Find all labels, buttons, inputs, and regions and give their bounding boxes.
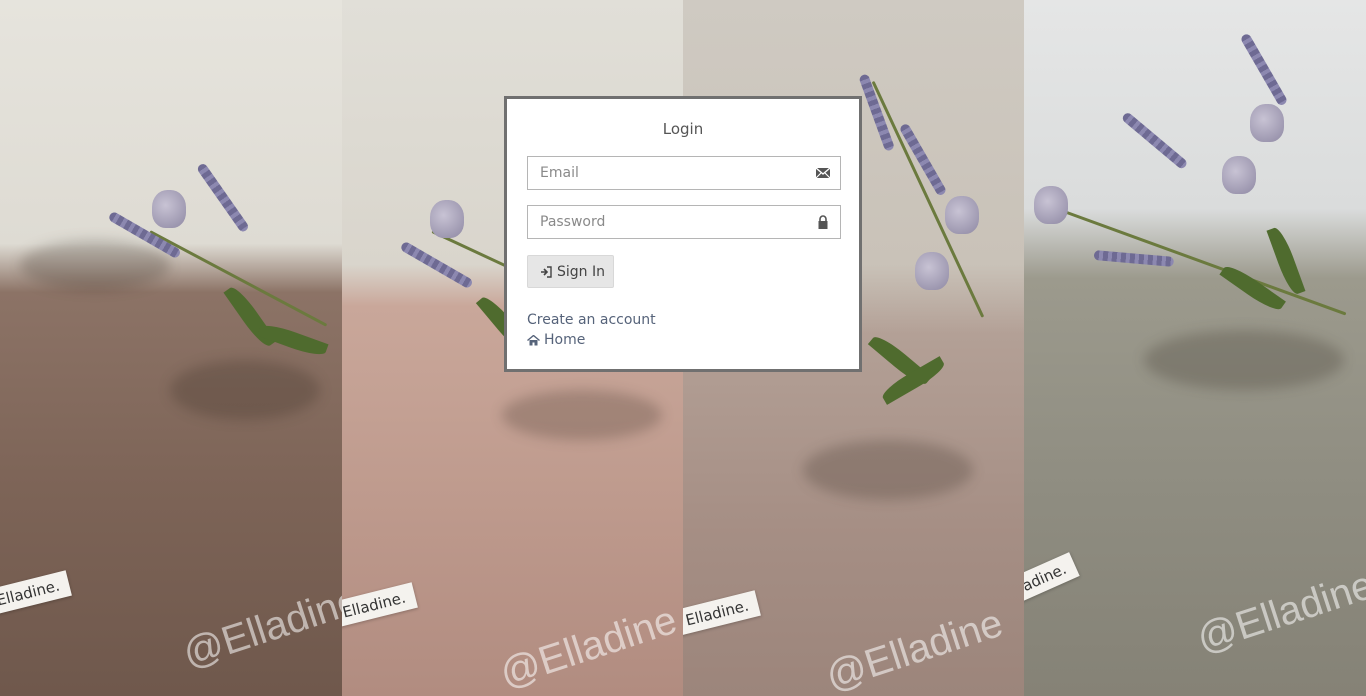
- password-field-wrapper: [527, 205, 841, 239]
- home-link[interactable]: Home: [527, 330, 839, 350]
- shadow: [170, 360, 320, 420]
- home-icon: [527, 334, 540, 345]
- lavender-sprig: [195, 162, 250, 234]
- rose-bud: [1222, 156, 1256, 194]
- brand-tag: Elladine.: [683, 590, 762, 636]
- login-links: Create an account Home: [527, 310, 839, 350]
- email-field-wrapper: [527, 156, 841, 190]
- rose-bud: [915, 252, 949, 290]
- brand-tag: Elladine.: [0, 570, 73, 616]
- brand-tag: Elladine.: [1024, 551, 1080, 611]
- login-title: Login: [662, 120, 704, 138]
- watermark: @Elladine: [820, 600, 1009, 696]
- background-photo-4: Elladine. @Elladine: [1024, 0, 1366, 696]
- rose-bud: [1250, 104, 1284, 142]
- watermark: @Elladine: [494, 597, 683, 696]
- rose-bud: [152, 190, 186, 228]
- background-photo-1: Elladine. @Elladine: [0, 0, 342, 696]
- rose-bud: [945, 196, 979, 234]
- rose-bud: [1034, 186, 1068, 224]
- create-account-link[interactable]: Create an account: [527, 310, 839, 330]
- watermark: @Elladine: [177, 577, 342, 677]
- watermark: @Elladine: [1191, 562, 1366, 662]
- shadow: [20, 240, 170, 290]
- rose-bud: [430, 200, 464, 238]
- create-account-label: Create an account: [527, 312, 656, 328]
- shadow: [803, 440, 973, 500]
- envelope-icon: [815, 167, 831, 179]
- login-box: Login Sign In Create an account: [504, 96, 862, 372]
- sign-in-button[interactable]: Sign In: [527, 255, 614, 288]
- shadow: [502, 390, 662, 440]
- home-label: Home: [544, 332, 586, 348]
- lavender-sprig: [1120, 111, 1189, 171]
- lavender-sprig: [1239, 32, 1289, 107]
- lock-icon: [818, 215, 828, 229]
- password-input[interactable]: [528, 206, 840, 238]
- stem: [1063, 210, 1347, 316]
- sign-in-label: Sign In: [557, 263, 605, 280]
- lavender-sprig: [399, 240, 474, 290]
- brand-tag: Elladine.: [342, 582, 419, 628]
- email-input[interactable]: [528, 157, 840, 189]
- shadow: [1144, 330, 1344, 390]
- sign-in-icon: [541, 265, 552, 278]
- lavender-sprig: [1093, 250, 1175, 267]
